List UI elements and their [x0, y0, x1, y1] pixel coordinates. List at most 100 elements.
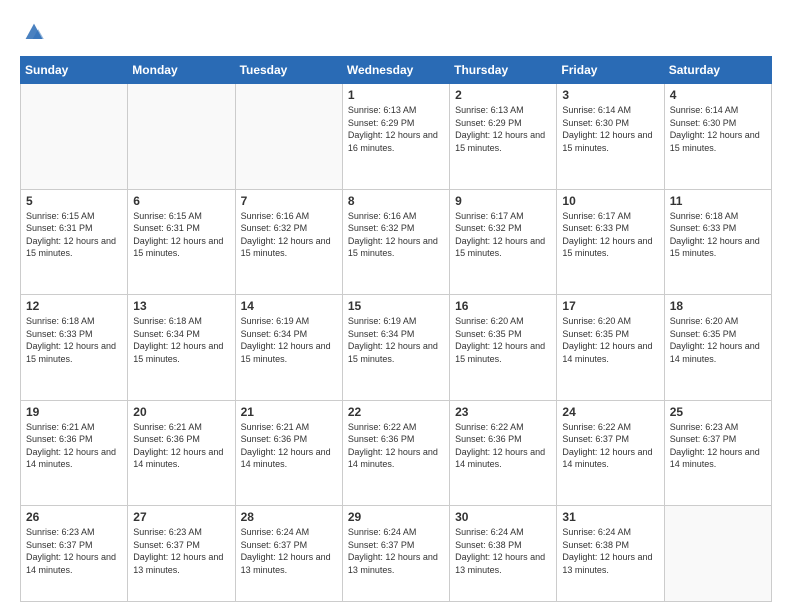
calendar-cell: 25Sunrise: 6:23 AM Sunset: 6:37 PM Dayli… — [664, 400, 771, 506]
calendar-cell — [664, 506, 771, 602]
calendar-cell: 24 Sunrise: 6:22 AM Sunset: 6:37 PM Dayli… — [557, 400, 664, 506]
day-info: Sunrise: 6:24 AM Sunset: 6:38 PM Dayligh… — [562, 526, 658, 576]
calendar-week-row: 12 Sunrise: 6:18 AM Sunset: 6:33 PM Dayli… — [21, 295, 772, 401]
day-info: Sunrise: 6:22 AM Sunset: 6:37 PM Dayligh… — [562, 421, 658, 471]
calendar-cell: 2 Sunrise: 6:13 AM Sunset: 6:29 PM Daylig… — [450, 84, 557, 190]
day-info: Sunrise: 6:17 AM Sunset: 6:33 PM Dayligh… — [562, 210, 658, 260]
day-info: Sunrise: 6:23 AM Sunset: 6:37 PM Dayligh… — [26, 526, 122, 576]
day-number: 6 — [133, 194, 229, 208]
weekday-header: Sunday — [21, 57, 128, 84]
calendar-cell — [21, 84, 128, 190]
calendar-cell: 23Sunrise: 6:22 AM Sunset: 6:36 PM Dayli… — [450, 400, 557, 506]
calendar-week-row: 19 Sunrise: 6:21 AM Sunset: 6:36 PM Dayli… — [21, 400, 772, 506]
day-number: 12 — [26, 299, 122, 313]
day-info: Sunrise: 6:21 AM Sunset: 6:36 PM Dayligh… — [241, 421, 337, 471]
page: SundayMondayTuesdayWednesdayThursdayFrid… — [0, 0, 792, 612]
day-info: Sunrise: 6:18 AM Sunset: 6:34 PM Dayligh… — [133, 315, 229, 365]
day-info: Sunrise: 6:16 AM Sunset: 6:32 PM Dayligh… — [241, 210, 337, 260]
weekday-header-row: SundayMondayTuesdayWednesdayThursdayFrid… — [21, 57, 772, 84]
day-number: 28 — [241, 510, 337, 524]
calendar-cell: 21 Sunrise: 6:21 AM Sunset: 6:36 PM Dayli… — [235, 400, 342, 506]
weekday-header: Friday — [557, 57, 664, 84]
calendar-cell: 15 Sunrise: 6:19 AM Sunset: 6:34 PM Dayli… — [342, 295, 449, 401]
calendar-cell: 19 Sunrise: 6:21 AM Sunset: 6:36 PM Dayli… — [21, 400, 128, 506]
day-number: 16 — [455, 299, 551, 313]
calendar-cell — [128, 84, 235, 190]
day-info: Sunrise: 6:24 AM Sunset: 6:37 PM Dayligh… — [348, 526, 444, 576]
day-number: 22 — [348, 405, 444, 419]
day-number: 23 — [455, 405, 551, 419]
day-number: 30 — [455, 510, 551, 524]
day-info: Sunrise: 6:23 AM Sunset: 6:37 PM Dayligh… — [670, 421, 766, 471]
calendar-cell: 20 Sunrise: 6:21 AM Sunset: 6:36 PM Dayli… — [128, 400, 235, 506]
calendar-cell: 13 Sunrise: 6:18 AM Sunset: 6:34 PM Dayli… — [128, 295, 235, 401]
day-info: Sunrise: 6:17 AM Sunset: 6:32 PM Dayligh… — [455, 210, 551, 260]
calendar-table: SundayMondayTuesdayWednesdayThursdayFrid… — [20, 56, 772, 602]
day-number: 18 — [670, 299, 766, 313]
day-info: Sunrise: 6:14 AM Sunset: 6:30 PM Dayligh… — [670, 104, 766, 154]
day-number: 27 — [133, 510, 229, 524]
header — [20, 18, 772, 46]
day-number: 17 — [562, 299, 658, 313]
day-number: 7 — [241, 194, 337, 208]
day-info: Sunrise: 6:15 AM Sunset: 6:31 PM Dayligh… — [26, 210, 122, 260]
calendar-cell: 11 Sunrise: 6:18 AM Sunset: 6:33 PM Dayli… — [664, 189, 771, 295]
calendar-cell: 31 Sunrise: 6:24 AM Sunset: 6:38 PM Dayli… — [557, 506, 664, 602]
calendar-cell: 1Sunrise: 6:13 AM Sunset: 6:29 PM Daylig… — [342, 84, 449, 190]
weekday-header: Tuesday — [235, 57, 342, 84]
day-number: 24 — [562, 405, 658, 419]
day-number: 5 — [26, 194, 122, 208]
day-number: 13 — [133, 299, 229, 313]
calendar-week-row: 5 Sunrise: 6:15 AM Sunset: 6:31 PM Daylig… — [21, 189, 772, 295]
day-number: 31 — [562, 510, 658, 524]
day-number: 20 — [133, 405, 229, 419]
day-info: Sunrise: 6:21 AM Sunset: 6:36 PM Dayligh… — [133, 421, 229, 471]
day-number: 10 — [562, 194, 658, 208]
weekday-header: Wednesday — [342, 57, 449, 84]
calendar-cell: 10 Sunrise: 6:17 AM Sunset: 6:33 PM Dayli… — [557, 189, 664, 295]
weekday-header: Monday — [128, 57, 235, 84]
day-info: Sunrise: 6:14 AM Sunset: 6:30 PM Dayligh… — [562, 104, 658, 154]
calendar-cell: 22 Sunrise: 6:22 AM Sunset: 6:36 PM Dayli… — [342, 400, 449, 506]
day-number: 8 — [348, 194, 444, 208]
calendar-cell: 16 Sunrise: 6:20 AM Sunset: 6:35 PM Dayli… — [450, 295, 557, 401]
calendar-week-row: 26 Sunrise: 6:23 AM Sunset: 6:37 PM Dayli… — [21, 506, 772, 602]
day-number: 19 — [26, 405, 122, 419]
day-info: Sunrise: 6:13 AM Sunset: 6:29 PM Dayligh… — [348, 104, 444, 154]
calendar-cell: 8 Sunrise: 6:16 AM Sunset: 6:32 PM Daylig… — [342, 189, 449, 295]
calendar-cell: 29 Sunrise: 6:24 AM Sunset: 6:37 PM Dayli… — [342, 506, 449, 602]
day-number: 29 — [348, 510, 444, 524]
day-info: Sunrise: 6:13 AM Sunset: 6:29 PM Dayligh… — [455, 104, 551, 154]
day-info: Sunrise: 6:20 AM Sunset: 6:35 PM Dayligh… — [455, 315, 551, 365]
day-number: 11 — [670, 194, 766, 208]
day-info: Sunrise: 6:18 AM Sunset: 6:33 PM Dayligh… — [670, 210, 766, 260]
day-info: Sunrise: 6:24 AM Sunset: 6:37 PM Dayligh… — [241, 526, 337, 576]
day-number: 2 — [455, 88, 551, 102]
calendar-cell: 18 Sunrise: 6:20 AM Sunset: 6:35 PM Dayli… — [664, 295, 771, 401]
day-number: 9 — [455, 194, 551, 208]
calendar-cell: 5 Sunrise: 6:15 AM Sunset: 6:31 PM Daylig… — [21, 189, 128, 295]
day-info: Sunrise: 6:20 AM Sunset: 6:35 PM Dayligh… — [562, 315, 658, 365]
day-number: 4 — [670, 88, 766, 102]
calendar-cell: 3 Sunrise: 6:14 AM Sunset: 6:30 PM Daylig… — [557, 84, 664, 190]
day-info: Sunrise: 6:18 AM Sunset: 6:33 PM Dayligh… — [26, 315, 122, 365]
day-number: 21 — [241, 405, 337, 419]
day-info: Sunrise: 6:22 AM Sunset: 6:36 PM Dayligh… — [348, 421, 444, 471]
day-number: 26 — [26, 510, 122, 524]
calendar-cell: 12 Sunrise: 6:18 AM Sunset: 6:33 PM Dayli… — [21, 295, 128, 401]
weekday-header: Saturday — [664, 57, 771, 84]
day-number: 15 — [348, 299, 444, 313]
day-number: 3 — [562, 88, 658, 102]
day-info: Sunrise: 6:16 AM Sunset: 6:32 PM Dayligh… — [348, 210, 444, 260]
day-info: Sunrise: 6:19 AM Sunset: 6:34 PM Dayligh… — [348, 315, 444, 365]
day-info: Sunrise: 6:24 AM Sunset: 6:38 PM Dayligh… — [455, 526, 551, 576]
day-info: Sunrise: 6:20 AM Sunset: 6:35 PM Dayligh… — [670, 315, 766, 365]
calendar-cell: 14 Sunrise: 6:19 AM Sunset: 6:34 PM Dayli… — [235, 295, 342, 401]
day-info: Sunrise: 6:19 AM Sunset: 6:34 PM Dayligh… — [241, 315, 337, 365]
day-info: Sunrise: 6:21 AM Sunset: 6:36 PM Dayligh… — [26, 421, 122, 471]
calendar-cell: 30 Sunrise: 6:24 AM Sunset: 6:38 PM Dayli… — [450, 506, 557, 602]
calendar-cell: 27Sunrise: 6:23 AM Sunset: 6:37 PM Dayli… — [128, 506, 235, 602]
logo-icon — [20, 18, 48, 46]
day-number: 14 — [241, 299, 337, 313]
calendar-cell: 17 Sunrise: 6:20 AM Sunset: 6:35 PM Dayli… — [557, 295, 664, 401]
